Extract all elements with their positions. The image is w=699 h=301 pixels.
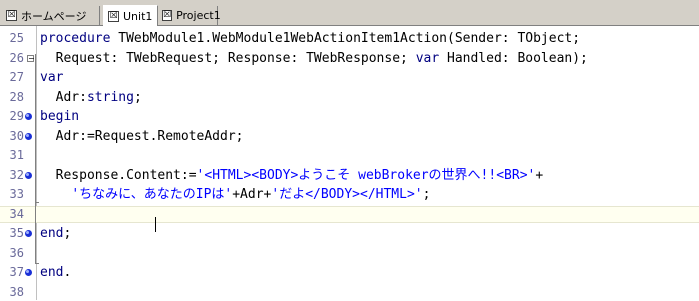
text-token: + <box>535 167 544 183</box>
executable-line-marker-icon[interactable] <box>25 230 32 237</box>
text-token: Adr:=Request.RemoteAddr; <box>40 128 244 144</box>
keyword-token: procedure <box>40 31 111 46</box>
editor-tab-bar: ☒ ホームページ ☒ Unit1 ☒ Project1 <box>0 0 699 26</box>
text-token: Adr: <box>40 89 87 105</box>
line-number: 31 <box>9 148 24 162</box>
code-line[interactable]: 31 <box>0 147 699 164</box>
tab-homepage[interactable]: ☒ ホームページ <box>2 6 100 25</box>
text-token: Response.Content:= <box>40 167 197 183</box>
string-token: 'だよ</BODY></HTML>' <box>271 187 423 202</box>
line-number: 30 <box>9 128 24 143</box>
keyword-token: begin <box>40 109 80 124</box>
text-token: +Adr+ <box>232 187 272 202</box>
text-token: . <box>63 265 72 280</box>
text-token: TWebModule1.WebModule1WebActionItem1Acti… <box>110 31 581 46</box>
code-line[interactable]: 37 end. <box>0 264 699 281</box>
code-line[interactable]: 26− Request: TWebRequest; Response: TWeb… <box>0 50 699 67</box>
close-tab-icon[interactable]: ☒ <box>108 10 119 22</box>
code-text: 'ちなみに、あなたのIPは'+Adr+'だよ</BODY></HTML>'; <box>40 186 430 203</box>
text-token: Request: TWebRequest; Response: TWebResp… <box>40 50 416 66</box>
line-number: 38 <box>9 284 24 299</box>
line-number: 27 <box>9 70 24 84</box>
text-token: ; <box>63 226 72 241</box>
code-line[interactable]: 34 <box>0 205 699 223</box>
text-token: ; <box>422 187 431 202</box>
line-number: 36 <box>9 245 24 260</box>
executable-line-marker-icon[interactable] <box>25 113 32 120</box>
code-text: begin <box>40 108 79 125</box>
text-token: ; <box>133 89 142 105</box>
line-number: 33 <box>9 187 24 201</box>
block-guide-end <box>35 263 39 264</box>
code-line[interactable]: 32 Response.Content:='<HTML><BODY>ようこそ w… <box>0 167 699 184</box>
close-tab-icon[interactable]: ☒ <box>6 10 17 21</box>
code-line[interactable]: 27 var <box>0 69 699 86</box>
tab-label: Project1 <box>176 9 221 22</box>
keyword-token: var <box>40 70 64 85</box>
keyword-token: var <box>415 50 440 66</box>
line-number: 25 <box>9 31 24 45</box>
line-number: 32 <box>9 167 24 182</box>
code-text: Adr:string; <box>40 89 142 106</box>
line-number: 34 <box>9 206 24 221</box>
code-line[interactable]: 30 Adr:=Request.RemoteAddr; <box>0 128 699 145</box>
line-number: 37 <box>9 265 24 279</box>
fold-toggle-icon[interactable]: − <box>27 54 35 62</box>
tab-unit1[interactable]: ☒ Unit1 <box>103 5 158 26</box>
string-token: 'ちなみに、あなたのIPは' <box>71 187 233 202</box>
line-number: 29 <box>9 109 24 123</box>
code-text: procedure TWebModule1.WebModule1WebActio… <box>40 30 580 47</box>
code-line[interactable]: 29 begin <box>0 108 699 125</box>
code-text: Response.Content:='<HTML><BODY>ようこそ webB… <box>40 167 544 184</box>
code-line[interactable]: 38 <box>0 284 699 301</box>
line-number: 26 <box>9 50 24 65</box>
text-caret <box>155 217 156 232</box>
string-token: '<HTML><BODY>ようこそ webBrokerの世界へ!!<BR>' <box>196 167 536 183</box>
close-tab-icon[interactable]: ☒ <box>162 10 173 21</box>
code-line[interactable]: 35 end; <box>0 225 699 242</box>
tab-label: ホームページ <box>21 9 87 23</box>
code-line[interactable]: 33 'ちなみに、あなたのIPは'+Adr+'だよ</BODY></HTML>'… <box>0 186 699 203</box>
block-guide-line <box>35 54 36 263</box>
type-token: string <box>86 89 134 105</box>
line-number: 35 <box>9 226 24 240</box>
code-text: end; <box>40 225 71 242</box>
executable-line-marker-icon[interactable] <box>25 132 32 140</box>
line-number: 28 <box>9 89 24 104</box>
code-text: Request: TWebRequest; Response: TWebResp… <box>40 50 588 67</box>
code-line[interactable]: 36 <box>0 245 699 262</box>
code-text: end. <box>40 264 71 281</box>
code-line[interactable]: 28 Adr:string; <box>0 89 699 106</box>
code-text: var <box>40 69 63 86</box>
executable-line-marker-icon[interactable] <box>25 269 32 276</box>
code-editor[interactable]: 25 procedure TWebModule1.WebModule1WebAct… <box>0 26 699 300</box>
keyword-token: end <box>40 226 64 241</box>
code-line[interactable]: 25 procedure TWebModule1.WebModule1WebAct… <box>0 30 699 47</box>
code-text: Adr:=Request.RemoteAddr; <box>40 128 244 145</box>
tab-project1[interactable]: ☒ Project1 <box>158 6 221 25</box>
keyword-token: end <box>40 265 64 280</box>
executable-line-marker-icon[interactable] <box>25 171 32 179</box>
tab-label: Unit1 <box>123 9 153 23</box>
text-token: Handled: Boolean); <box>439 50 588 66</box>
